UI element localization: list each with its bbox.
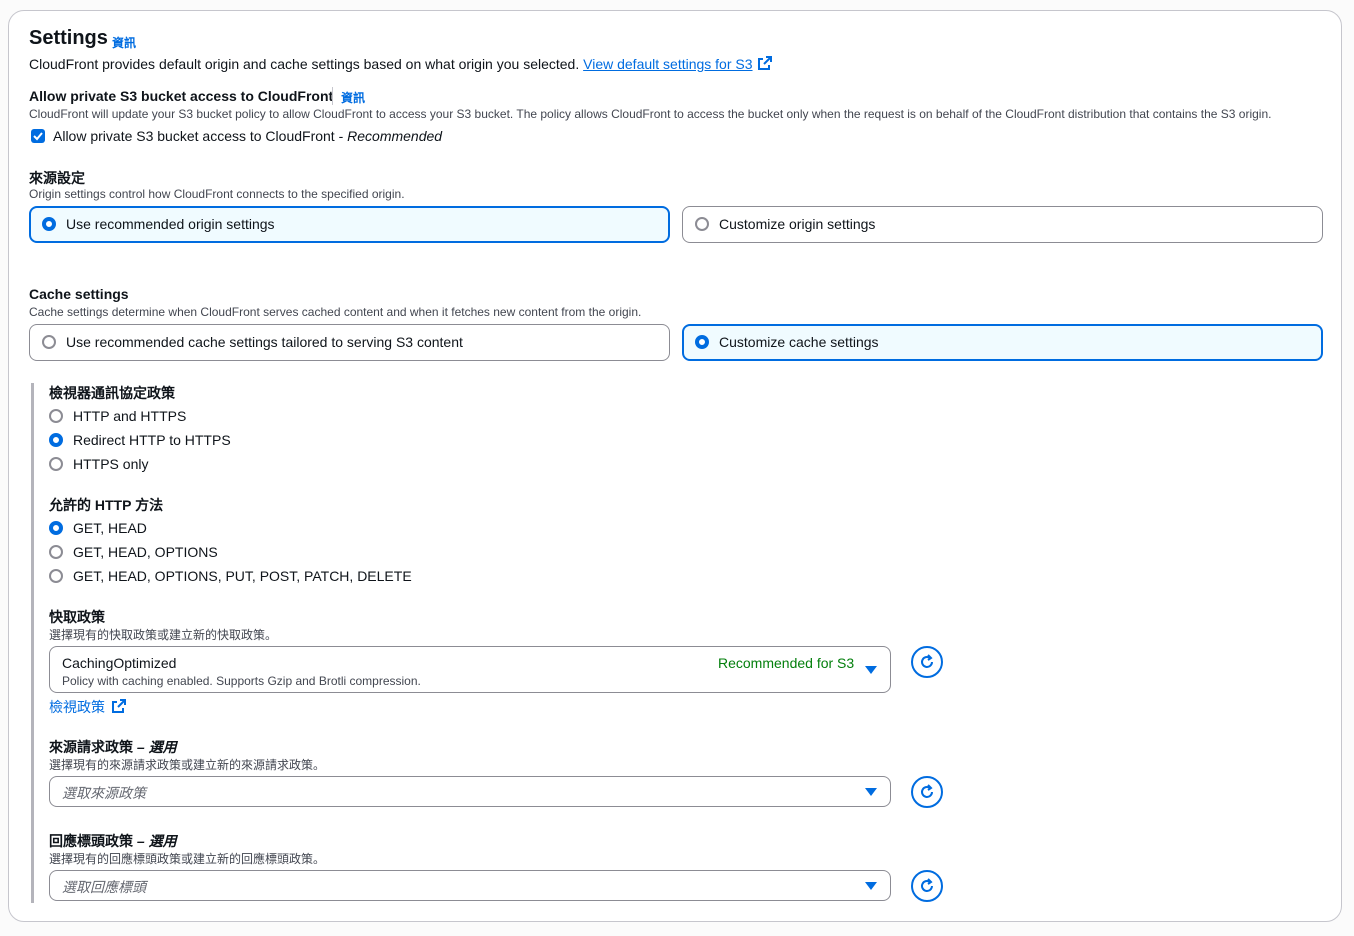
settings-description-row: CloudFront provides default origin and c… — [29, 56, 773, 72]
use-recommended-cache-tile[interactable]: Use recommended cache settings tailored … — [29, 324, 670, 361]
recommended-tag: Recommended for S3 — [718, 655, 855, 671]
response-headers-policy-title: 回應標頭政策 – 選用 — [49, 833, 177, 849]
option-label: HTTPS only — [73, 456, 149, 472]
expandable-section-border — [31, 383, 34, 903]
radio-selected[interactable] — [49, 433, 63, 447]
response-headers-policy-refresh-button[interactable] — [911, 870, 943, 902]
response-headers-policy-select[interactable]: 選取回應標頭 — [49, 870, 891, 901]
radio-unselected[interactable] — [695, 217, 709, 231]
tile-label: Use recommended cache settings tailored … — [66, 334, 463, 350]
tile-label: Customize cache settings — [719, 334, 879, 350]
s3-access-checkbox-label: Allow private S3 bucket access to CloudF… — [53, 128, 443, 144]
radio-unselected[interactable] — [42, 335, 56, 349]
caret-down-icon — [865, 666, 877, 674]
radio-unselected[interactable] — [49, 569, 63, 583]
option-label: HTTP and HTTPS — [73, 408, 187, 424]
radio-selected[interactable] — [42, 217, 56, 231]
tile-label: Customize origin settings — [719, 216, 876, 232]
s3-access-info-link[interactable]: 資訊 — [341, 89, 365, 106]
cache-policy-value-description: Policy with caching enabled. Supports Gz… — [62, 674, 421, 688]
cache-policy-select[interactable]: CachingOptimized Policy with caching ena… — [49, 646, 891, 693]
radio-unselected[interactable] — [49, 545, 63, 559]
radio-unselected[interactable] — [49, 457, 63, 471]
external-link-icon — [111, 699, 126, 713]
s3-access-checkbox[interactable] — [31, 129, 45, 143]
origin-settings-title: 來源設定 — [29, 170, 85, 186]
option-label: GET, HEAD, OPTIONS, PUT, POST, PATCH, DE… — [73, 568, 412, 584]
settings-title: Settings — [29, 27, 108, 49]
http-methods-title: 允許的 HTTP 方法 — [49, 497, 164, 513]
s3-access-description: CloudFront will update your S3 bucket po… — [29, 107, 1272, 121]
option-label: GET, HEAD — [73, 520, 147, 536]
origin-settings-description: Origin settings control how CloudFront c… — [29, 187, 405, 201]
origin-request-policy-description: 選擇現有的來源請求政策或建立新的來源請求政策。 — [49, 758, 326, 772]
customize-origin-tile[interactable]: Customize origin settings — [682, 206, 1323, 243]
refresh-icon — [921, 654, 933, 668]
view-policy-link[interactable]: 檢視政策 — [49, 699, 105, 715]
use-recommended-origin-tile[interactable]: Use recommended origin settings — [29, 206, 670, 243]
view-policy-row: 檢視政策 — [49, 697, 126, 717]
settings-panel: Settings 資訊 CloudFront provides default … — [8, 10, 1342, 922]
customize-cache-tile[interactable]: Customize cache settings — [682, 324, 1323, 361]
option-label: GET, HEAD, OPTIONS — [73, 544, 218, 560]
s3-access-title: Allow private S3 bucket access to CloudF… — [29, 88, 334, 104]
origin-request-policy-title: 來源請求政策 – 選用 — [49, 739, 177, 755]
radio-selected[interactable] — [49, 521, 63, 535]
radio-unselected[interactable] — [49, 409, 63, 423]
settings-description: CloudFront provides default origin and c… — [29, 56, 580, 72]
info-divider — [332, 87, 333, 105]
radio-selected[interactable] — [695, 335, 709, 349]
refresh-icon — [921, 784, 933, 798]
cache-policy-value: CachingOptimized — [62, 655, 177, 671]
caret-down-icon — [865, 882, 877, 890]
viewer-protocol-title: 檢視器通訊協定政策 — [49, 385, 175, 401]
settings-info-link[interactable]: 資訊 — [112, 34, 136, 51]
cache-policy-title: 快取政策 — [49, 609, 105, 625]
response-headers-policy-placeholder: 選取回應標頭 — [62, 879, 146, 895]
cache-policy-refresh-button[interactable] — [911, 646, 943, 678]
checkmark-icon — [33, 132, 43, 141]
tile-label: Use recommended origin settings — [66, 216, 275, 232]
refresh-icon — [921, 878, 933, 892]
cache-settings-description: Cache settings determine when CloudFront… — [29, 305, 642, 319]
origin-request-policy-refresh-button[interactable] — [911, 776, 943, 808]
option-label: Redirect HTTP to HTTPS — [73, 432, 231, 448]
origin-request-policy-placeholder: 選取來源政策 — [62, 785, 146, 801]
cache-policy-description: 選擇現有的快取政策或建立新的快取政策。 — [49, 628, 278, 642]
origin-request-policy-select[interactable]: 選取來源政策 — [49, 776, 891, 807]
cache-settings-title: Cache settings — [29, 286, 129, 302]
caret-down-icon — [865, 788, 877, 796]
view-default-settings-link[interactable]: View default settings for S3 — [583, 56, 752, 72]
external-link-icon — [758, 56, 773, 70]
response-headers-policy-description: 選擇現有的回應標頭政策或建立新的回應標頭政策。 — [49, 852, 326, 866]
